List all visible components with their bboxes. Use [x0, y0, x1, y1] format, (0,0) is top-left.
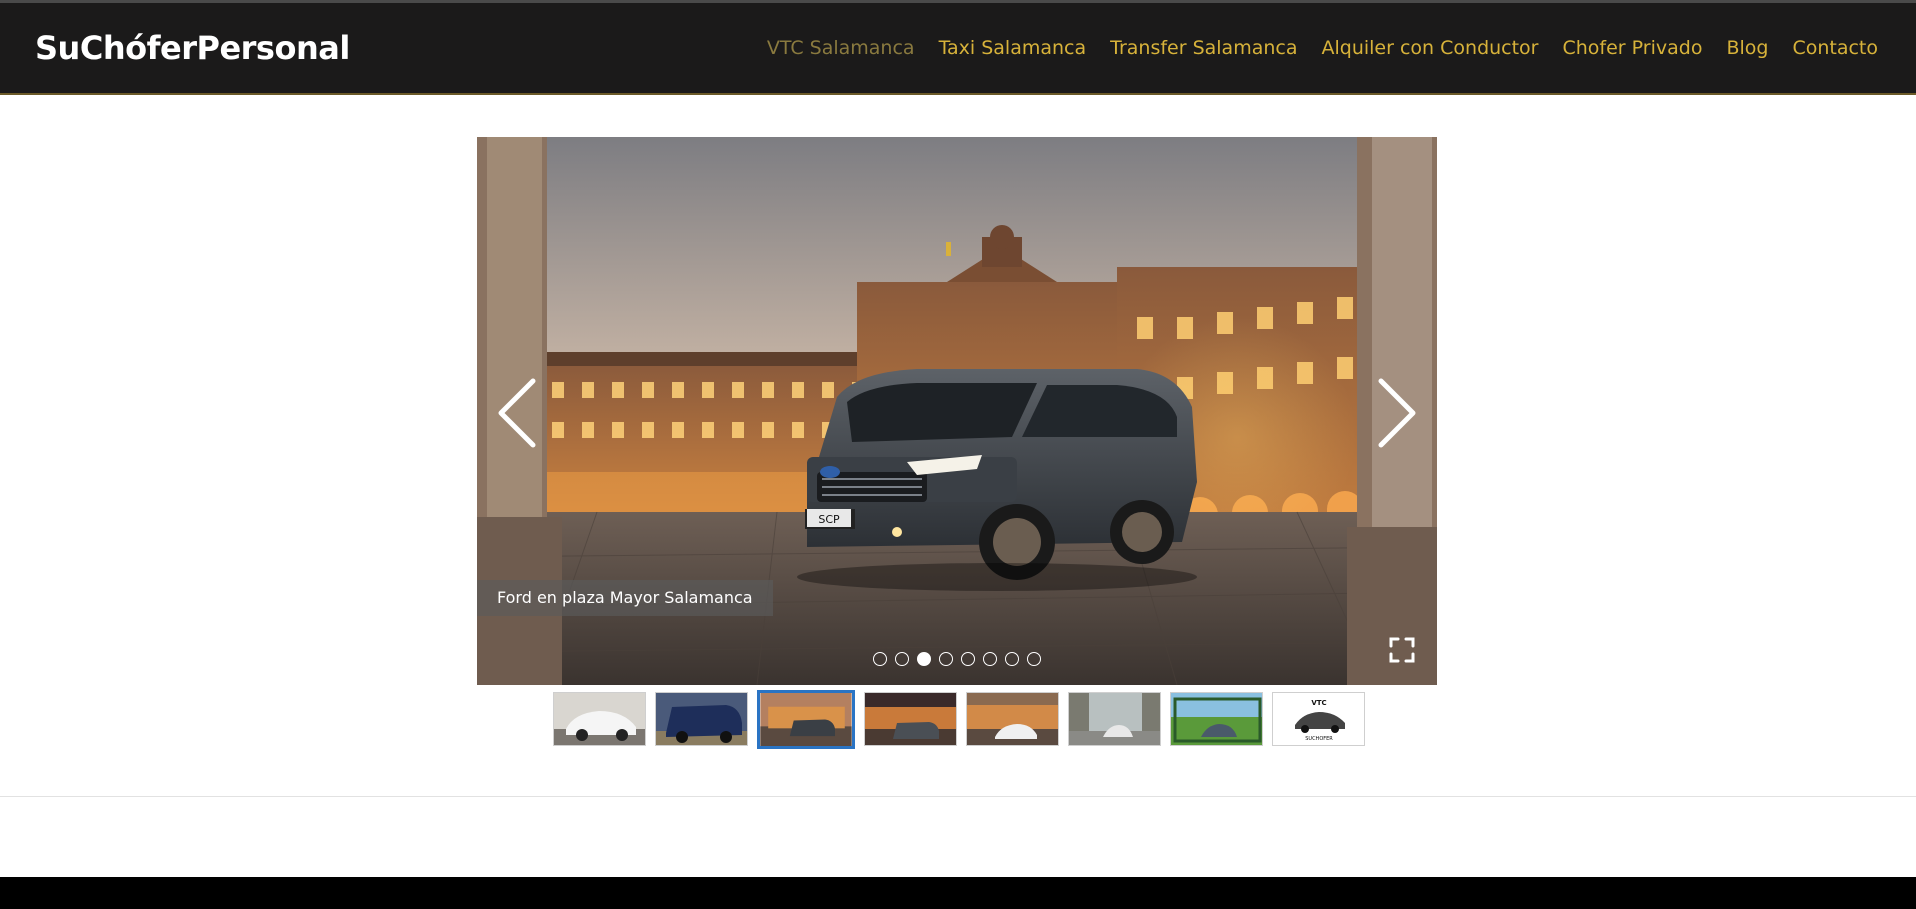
content-divider — [0, 796, 1916, 797]
thumb-car-street — [1069, 693, 1160, 745]
thumbnail-4[interactable] — [864, 692, 957, 746]
thumbnail-7[interactable] — [1170, 692, 1263, 746]
slide-dot-5[interactable] — [961, 652, 975, 666]
nav-chofer-privado[interactable]: Chofer Privado — [1563, 37, 1703, 59]
thumb-car-green-field — [1171, 693, 1262, 745]
thumbnail-3[interactable] — [757, 690, 855, 749]
nav-taxi-salamanca[interactable]: Taxi Salamanca — [939, 37, 1087, 59]
site-footer — [0, 877, 1916, 909]
slide-dot-6[interactable] — [983, 652, 997, 666]
nav-blog[interactable]: Blog — [1726, 37, 1768, 59]
main-nav: VTC Salamanca Taxi Salamanca Transfer Sa… — [767, 37, 1878, 59]
slide-dot-3[interactable] — [917, 652, 931, 666]
chevron-right-icon — [1378, 378, 1416, 448]
thumbnail-6[interactable] — [1068, 692, 1161, 746]
svg-text:SCP: SCP — [818, 513, 840, 526]
thumbnail-1[interactable] — [553, 692, 646, 746]
slide-dot-2[interactable] — [895, 652, 909, 666]
thumb-white-car-plaza — [967, 693, 1058, 745]
thumb-white-sedan — [554, 693, 645, 745]
slide-dot-4[interactable] — [939, 652, 953, 666]
nav-vtc-salamanca[interactable]: VTC Salamanca — [767, 37, 915, 59]
nav-alquiler-con-conductor[interactable]: Alquiler con Conductor — [1322, 37, 1539, 59]
slide-indicators — [873, 652, 1041, 666]
gallery-next-button[interactable] — [1365, 373, 1425, 453]
slide-dot-7[interactable] — [1005, 652, 1019, 666]
thumbnail-8[interactable]: VTC SUCHOFER — [1272, 692, 1365, 746]
thumbnail-strip: VTC SUCHOFER — [553, 690, 1365, 749]
gallery-prev-button[interactable] — [489, 373, 549, 453]
svg-text:SUCHOFER: SUCHOFER — [1305, 736, 1333, 742]
chevron-left-icon — [498, 378, 536, 448]
thumbnail-5[interactable] — [966, 692, 1059, 746]
nav-transfer-salamanca[interactable]: Transfer Salamanca — [1110, 37, 1297, 59]
slide-caption: Ford en plaza Mayor Salamanca — [477, 580, 773, 616]
thumb-van-plaza-mayor — [760, 693, 852, 746]
thumb-blue-van — [656, 693, 747, 745]
thumbnail-2[interactable] — [655, 692, 748, 746]
fullscreen-icon — [1389, 637, 1415, 663]
thumb-vtc-logo: VTC SUCHOFER — [1273, 693, 1364, 745]
site-header: SuChóferPersonal VTC Salamanca Taxi Sala… — [0, 0, 1916, 95]
thumb-van-plaza-night — [865, 693, 956, 745]
site-logo[interactable]: SuChóferPersonal — [35, 29, 350, 67]
slide-dot-8[interactable] — [1027, 652, 1041, 666]
fullscreen-button[interactable] — [1389, 637, 1415, 663]
image-gallery: SCP Ford en plaza Mayor Salamanca — [477, 137, 1437, 685]
svg-text:VTC: VTC — [1311, 699, 1326, 707]
slide-dot-1[interactable] — [873, 652, 887, 666]
nav-contacto[interactable]: Contacto — [1792, 37, 1878, 59]
